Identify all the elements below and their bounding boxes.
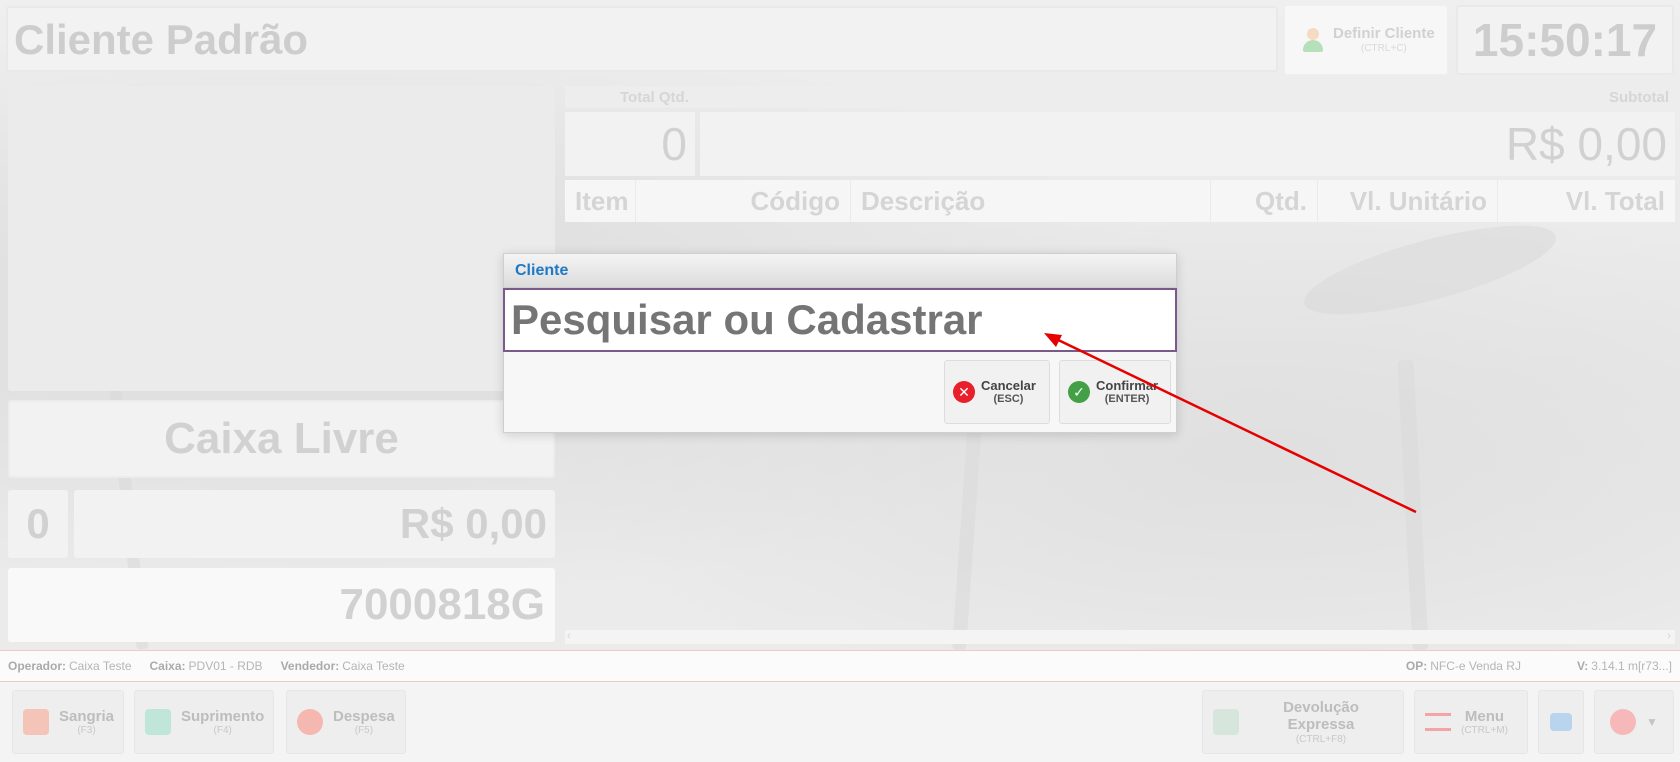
annotation-arrow (1044, 333, 1417, 514)
